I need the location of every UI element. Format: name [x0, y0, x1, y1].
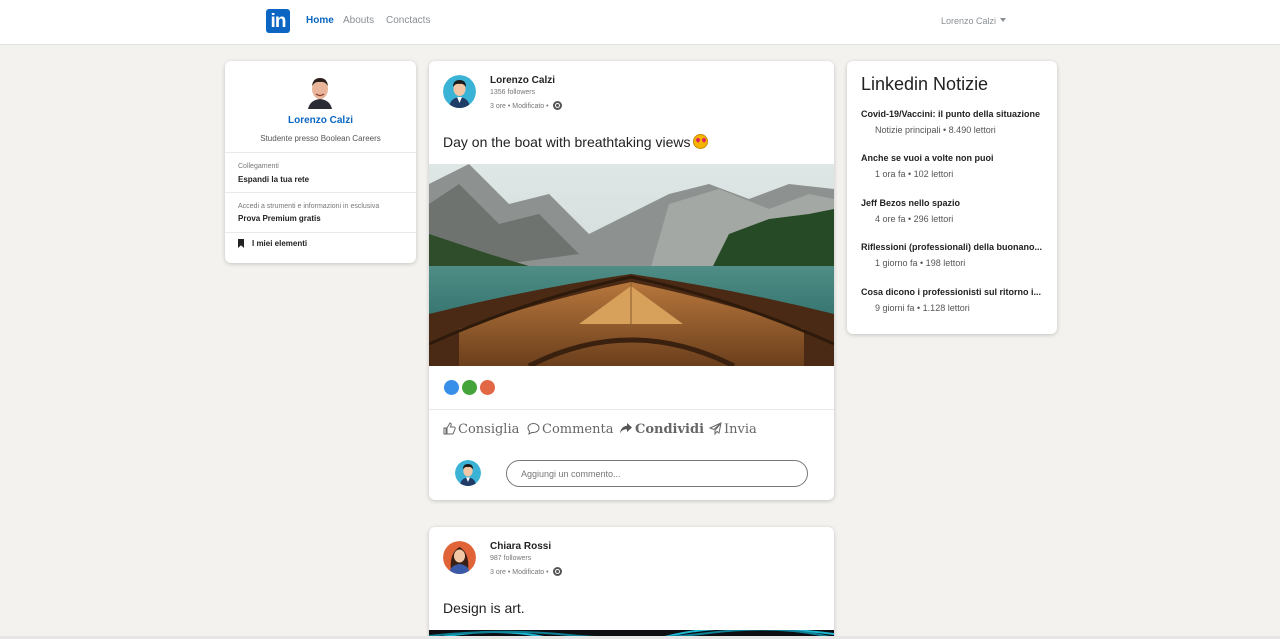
author-avatar[interactable] [443, 541, 476, 574]
nav-abouts-link[interactable]: Abouts [343, 15, 374, 26]
post-author-name[interactable]: Lorenzo Calzi [490, 75, 555, 86]
send-button-label: Invia [724, 422, 757, 437]
feed-post: Chiara Rossi 987 followers 3 ore • Modif… [429, 527, 834, 639]
post-meta-text: 3 ore • Modificato • [490, 103, 549, 110]
news-item-headline[interactable]: Cosa dicono i professionisti sul ritorno… [861, 287, 1041, 297]
news-item-headline[interactable]: Riflessioni (professionali) della buonan… [861, 242, 1042, 252]
share-button-label: Condividi [635, 422, 705, 437]
profile-name[interactable]: Lorenzo Calzi [225, 115, 416, 126]
comment-button-label: Commenta [542, 422, 614, 437]
connections-label: Collegamenti [238, 163, 279, 170]
news-item-meta: 1 ora fa • 102 lettori [875, 169, 954, 179]
news-item-headline[interactable]: Jeff Bezos nello spazio [861, 198, 960, 208]
profile-role: Studente presso Boolean Careers [260, 134, 381, 143]
divider [225, 192, 416, 193]
share-arrow-icon [620, 423, 632, 434]
my-items-link[interactable]: I miei elementi [252, 239, 307, 248]
feed-post: Lorenzo Calzi 1356 followers 3 ore • Mod… [429, 61, 834, 500]
like-button[interactable]: Consiglia [443, 422, 519, 437]
post-text: Design is art. [443, 600, 525, 616]
send-button[interactable]: Invia [708, 422, 757, 437]
divider [225, 152, 416, 153]
like-reaction-icon [443, 379, 460, 396]
heart-eyes-emoji-icon [693, 134, 709, 149]
celebrate-reaction-icon [461, 379, 478, 396]
comment-bubble-icon [527, 422, 540, 435]
globe-icon [552, 567, 562, 576]
divider [225, 232, 416, 233]
comment-input[interactable] [506, 460, 808, 487]
post-author-followers: 1356 followers [490, 89, 536, 96]
news-card: Linkedin Notizie Covid-19/Vaccini: il pu… [847, 61, 1057, 334]
nav-home-link[interactable]: Home [306, 15, 334, 26]
post-author-followers: 987 followers [490, 555, 532, 562]
author-avatar[interactable] [443, 75, 476, 108]
news-item-meta: Notizie principali • 8.490 lettori [875, 125, 996, 135]
post-meta: 3 ore • Modificato • [490, 101, 562, 110]
divider [429, 409, 834, 410]
news-item-meta: 9 giorni fa • 1.128 lettori [875, 303, 970, 313]
post-author-name[interactable]: Chiara Rossi [490, 541, 551, 552]
post-text: Day on the boat with breathtaking views [443, 134, 709, 150]
caret-down-icon [1000, 18, 1007, 22]
user-menu-dropdown[interactable]: Lorenzo Calzi [941, 16, 1007, 26]
love-reaction-icon [479, 379, 496, 396]
user-menu-name: Lorenzo Calzi [941, 16, 997, 26]
premium-label: Accedi a strumenti e informazioni in esc… [238, 203, 380, 210]
news-item-meta: 1 giorno fa • 198 lettori [875, 258, 966, 268]
post-image[interactable] [429, 164, 834, 366]
expand-network-link[interactable]: Espandi la tua rete [238, 175, 309, 184]
try-premium-link[interactable]: Prova Premium gratis [238, 214, 321, 223]
linkedin-logo[interactable]: in [266, 9, 290, 33]
like-button-label: Consiglia [458, 422, 520, 437]
share-button[interactable]: Condividi [619, 422, 704, 437]
comment-button[interactable]: Commenta [527, 422, 613, 437]
news-title: Linkedin Notizie [861, 74, 989, 94]
profile-card: Lorenzo Calzi Studente presso Boolean Ca… [225, 61, 416, 263]
commenter-avatar [455, 460, 481, 486]
globe-icon [552, 101, 562, 110]
top-navbar: in Home Abouts Conctacts Lorenzo Calzi [0, 0, 1280, 45]
news-item-meta: 4 ore fa • 296 lettori [875, 214, 954, 224]
paper-plane-icon [708, 422, 722, 436]
nav-contacts-link[interactable]: Conctacts [386, 15, 430, 26]
post-text-content: Day on the boat with breathtaking views [443, 134, 691, 150]
news-item-headline[interactable]: Covid-19/Vaccini: il punto della situazi… [861, 109, 1040, 119]
thumbs-up-icon [443, 422, 456, 435]
news-item-headline[interactable]: Anche se vuoi a volte non puoi [861, 153, 994, 163]
profile-avatar[interactable] [305, 75, 335, 109]
post-meta-text: 3 ore • Modificato • [490, 569, 549, 576]
post-meta: 3 ore • Modificato • [490, 567, 562, 576]
bookmark-icon [238, 239, 244, 248]
